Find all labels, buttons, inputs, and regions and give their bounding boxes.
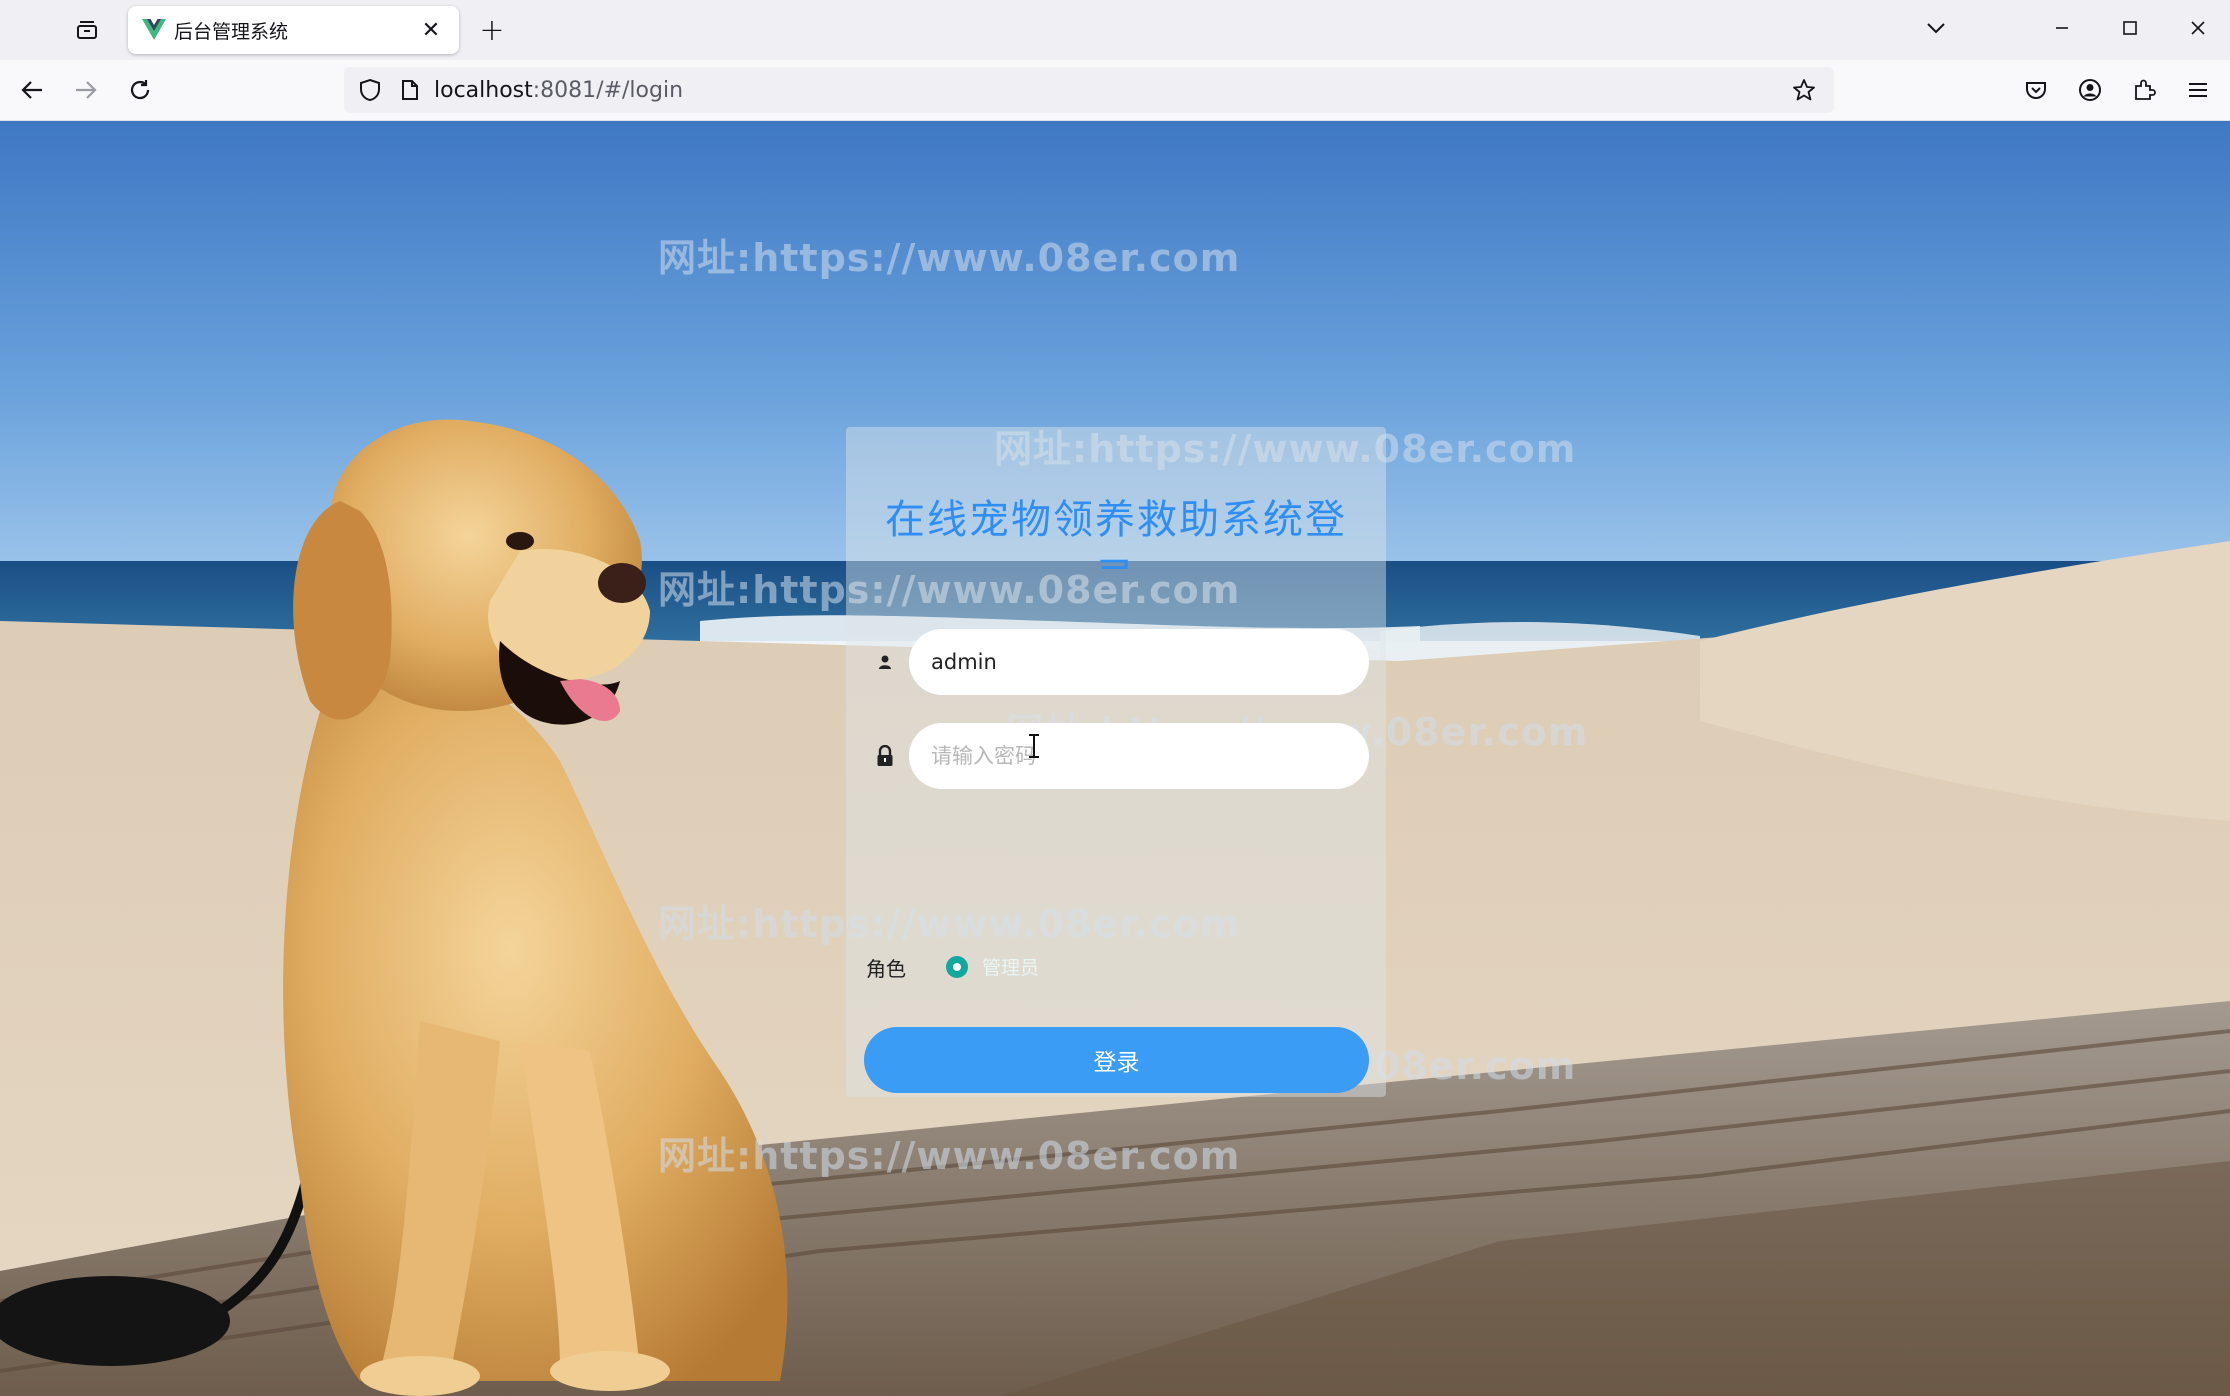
page-icon (402, 80, 418, 100)
tracking-protection-button[interactable] (350, 70, 390, 110)
url-host: localhost (434, 77, 533, 103)
extensions-icon (2135, 79, 2156, 100)
extensions-button[interactable] (2124, 70, 2164, 110)
password-field[interactable] (909, 723, 1369, 789)
app-menu-button[interactable] (2178, 70, 2218, 110)
site-info-button[interactable] (390, 70, 430, 110)
bookmark-star-icon (1793, 79, 1815, 101)
close-icon (2191, 21, 2205, 35)
login-card: 在线宠物领养救助系统登录 角色 管理员 登录 (846, 427, 1386, 1097)
role-option-label: 管理员 (982, 957, 1040, 979)
text-cursor-icon (1029, 734, 1039, 758)
pocket-button[interactable] (2016, 70, 2056, 110)
url-bar[interactable]: localhost:8081/#/login (344, 67, 1834, 113)
url-text[interactable]: localhost:8081/#/login (434, 78, 683, 103)
minimize-button[interactable] (2038, 8, 2086, 48)
lock-icon (874, 745, 896, 767)
role-radio-admin[interactable]: 管理员 (946, 953, 1039, 980)
tab-overflow-button[interactable] (1912, 8, 1960, 48)
browser-nav-bar: localhost:8081/#/login (0, 60, 2230, 121)
close-window-button[interactable] (2174, 8, 2222, 48)
reload-button[interactable] (120, 70, 160, 110)
back-arrow-icon (21, 81, 42, 99)
vue-logo-icon (142, 19, 166, 40)
tab-list-icon (77, 21, 97, 39)
maximize-icon (2123, 21, 2137, 35)
login-button[interactable]: 登录 (864, 1027, 1369, 1093)
bookmark-button[interactable] (1784, 70, 1824, 110)
username-field[interactable] (909, 629, 1369, 695)
reload-icon (130, 80, 150, 100)
radio-checked-icon[interactable] (946, 955, 968, 978)
username-input[interactable] (931, 650, 1347, 674)
chevron-down-icon (1927, 23, 1945, 34)
active-tab[interactable]: 后台管理系统 ✕ (128, 6, 459, 54)
pocket-icon (2026, 82, 2046, 99)
tracking-shield-icon (360, 78, 380, 102)
account-icon (2079, 79, 2101, 101)
browser-tab-bar: 后台管理系统 ✕ + (0, 0, 2230, 60)
user-icon (874, 651, 896, 673)
account-button[interactable] (2070, 70, 2110, 110)
hamburger-menu-icon (2189, 83, 2207, 97)
url-path: :8081/#/login (532, 77, 684, 103)
tab-close-button[interactable]: ✕ (417, 16, 445, 44)
role-label: 角色 (866, 957, 906, 981)
password-input[interactable] (931, 744, 1347, 768)
back-button[interactable] (12, 70, 52, 110)
tab-list-button[interactable] (70, 14, 104, 46)
minimize-icon (2056, 27, 2068, 29)
forward-button[interactable] (66, 70, 106, 110)
tab-title: 后台管理系统 (174, 20, 289, 43)
login-page: 网址:https://www.08er.com 网址:https://www.0… (0, 121, 2230, 1396)
maximize-button[interactable] (2106, 8, 2154, 48)
login-title: 在线宠物领养救助系统登录 (885, 497, 1347, 569)
forward-arrow-icon (76, 81, 97, 99)
new-tab-button[interactable]: + (474, 12, 510, 48)
